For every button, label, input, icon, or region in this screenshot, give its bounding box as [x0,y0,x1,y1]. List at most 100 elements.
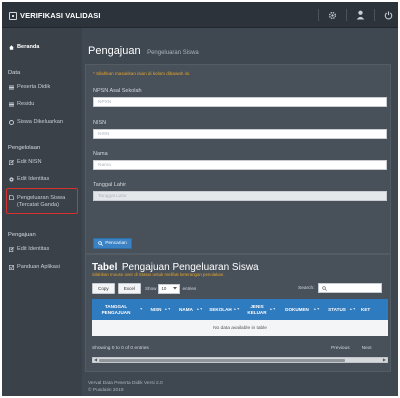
page-title: Pengajuan Pengeluaran Siswa [88,41,199,59]
table-hint: Silahkan mouse over di Status untuk meli… [92,272,225,277]
column-header-label: STATUS [328,306,346,312]
horizontal-scrollbar[interactable]: ◀ ▶ [92,357,388,363]
sidebar-section-pengajuan: Pengajuan [8,232,36,238]
column-header-label: JENIS KELUAR [247,304,267,315]
table-card: Tabel Pengajuan Pengeluaran Siswa Silahk… [85,254,391,372]
pagination: Previous Next [331,346,372,351]
sort-icon: ▲▼ [269,307,276,311]
next-button[interactable]: Next [362,346,372,351]
file-icon [9,194,14,201]
sidebar-item-label: Edit Identitas [17,176,50,182]
sort-icon: ▲▼ [233,307,240,311]
user-icon[interactable] [355,10,366,21]
sidebar-item-peserta-didik[interactable]: Peserta Didik [9,84,50,90]
column-header-label: SEKOLAH [209,306,232,312]
npsn-label: NPSN Asal Sekolah [93,88,142,94]
chevron-down-icon [173,287,178,290]
list-icon [9,85,14,90]
column-header-label: NISN [150,306,162,312]
page-length: Show 10 entries [144,283,197,294]
power-icon[interactable] [383,10,394,21]
data-table: TANGGAL PENGAJUAN ▼ NISN ▲▼ NAMA ▲▼ SEKOLAH… [92,299,388,339]
brand[interactable]: VERIFIKASI VALIDASI [9,10,101,21]
top-icons [318,9,394,21]
column-header-label: NAMA [179,306,193,312]
sidebar-item-pengajuan-edit-identitas[interactable]: Edit Identitas [8,246,50,252]
scroll-left-icon[interactable]: ◀ [94,357,97,362]
scroll-right-icon[interactable]: ▶ [383,357,386,362]
sidebar-item-label: Beranda [17,44,40,50]
column-header-label: TANGGAL PENGAJUAN [101,304,131,315]
previous-button[interactable]: Previous [331,346,350,351]
sidebar-section-pengelolaan: Pengelolaan [8,145,41,151]
cog-icon [9,176,14,182]
sidebar-item-siswa-dikeluarkan[interactable]: Siswa Dikeluarkan [9,119,63,125]
page-title-main: Pengajuan [88,45,141,57]
show-label: Show [144,286,157,291]
column-header[interactable]: KET [357,299,388,320]
divider [374,9,375,21]
sidebar-item-label: Panduan Aplikasi [17,264,60,270]
sidebar: Beranda Data Peserta Didik Residu Siswa … [2,28,82,396]
column-header[interactable]: SEKOLAH ▲▼ [204,299,241,320]
table-search-input[interactable] [317,283,382,293]
tanggal-lahir-input[interactable] [93,191,387,201]
table-empty-row: No data available in table [92,320,388,336]
column-header[interactable]: NISN ▲▼ [144,299,172,320]
sort-icon: ▲▼ [349,307,356,311]
sort-icon: ▼ [139,307,143,311]
npsn-input[interactable] [93,97,387,107]
nama-input[interactable] [93,160,387,170]
nisn-input[interactable] [93,129,387,139]
edit-icon [8,159,14,165]
column-header-label: KET [361,306,371,312]
column-header[interactable]: DOKUMEN ▲▼ [277,299,321,320]
app-title: VERIFIKASI VALIDASI [20,11,101,20]
divider [318,9,319,21]
footer-copyright: © Pusdatin 2019 [88,388,124,393]
sign-out-icon [9,119,14,125]
top-bar: VERIFIKASI VALIDASI [2,2,398,28]
sidebar-item-pengeluaran-siswa[interactable]: Pengeluaran Siswa (Tercatat Ganda) [9,194,77,208]
sidebar-item-edit-nisn[interactable]: Edit NISN [8,159,42,165]
search-button-label: Pencarian [105,241,127,246]
column-header[interactable]: STATUS ▲▼ [321,299,357,320]
page-length-value: 10 [161,286,167,291]
gear-icon[interactable] [327,10,338,21]
app-window: VERIFIKASI VALIDASI Beranda Data Peserta… [2,2,398,396]
page-length-select[interactable]: 10 [158,283,181,294]
form-hint: * Silahkan masukkan isian di kolom dibaw… [93,71,191,76]
sidebar-item-panduan-aplikasi[interactable]: Panduan Aplikasi [8,264,60,270]
logo-icon [9,11,17,20]
table-header: TANGGAL PENGAJUAN ▼ NISN ▲▼ NAMA ▲▼ SEKOLAH… [92,299,388,320]
footer-version: Verval Data Peserta Didik Versi 2.0 [88,381,163,386]
sort-icon: ▲▼ [164,307,171,311]
sidebar-section-data: Data [8,70,21,76]
sort-icon: ▲▼ [313,307,320,311]
entries-label: entries [182,286,197,291]
column-header[interactable]: JENIS KELUAR ▲▼ [241,299,277,320]
sidebar-item-edit-identitas[interactable]: Edit Identitas [9,176,49,182]
sidebar-item-beranda[interactable]: Beranda [9,44,39,50]
nama-label: Nama [93,151,108,157]
sidebar-item-residu[interactable]: Residu [9,101,34,107]
list-icon [9,102,14,107]
sidebar-item-label: Edit Identitas [17,246,50,252]
sidebar-item-label: Residu [17,101,35,107]
sidebar-item-label: Edit NISN [17,159,42,165]
search-button[interactable]: Pencarian [93,238,132,249]
scrollbar-thumb[interactable] [99,359,345,362]
sidebar-item-label: Peserta Didik [17,84,51,90]
excel-button[interactable]: Excel [117,283,141,294]
page-subtitle: Pengeluaran Siswa [147,50,199,56]
column-header[interactable]: TANGGAL PENGAJUAN ▼ [92,299,144,320]
column-header-label: DOKUMEN [285,306,309,312]
tanggal-lahir-label: Tanggal Lahir [93,182,127,188]
copy-button[interactable]: Copy [92,283,115,294]
column-header[interactable]: NAMA ▲▼ [172,299,204,320]
search-icon [321,285,327,291]
divider [346,9,347,21]
table-info: Showing 0 to 0 of 0 entries [92,346,149,351]
search-form-card: * Silahkan masukkan isian di kolom dibaw… [85,64,391,254]
footer: Verval Data Peserta Didik Versi 2.0 © Pu… [88,380,163,394]
